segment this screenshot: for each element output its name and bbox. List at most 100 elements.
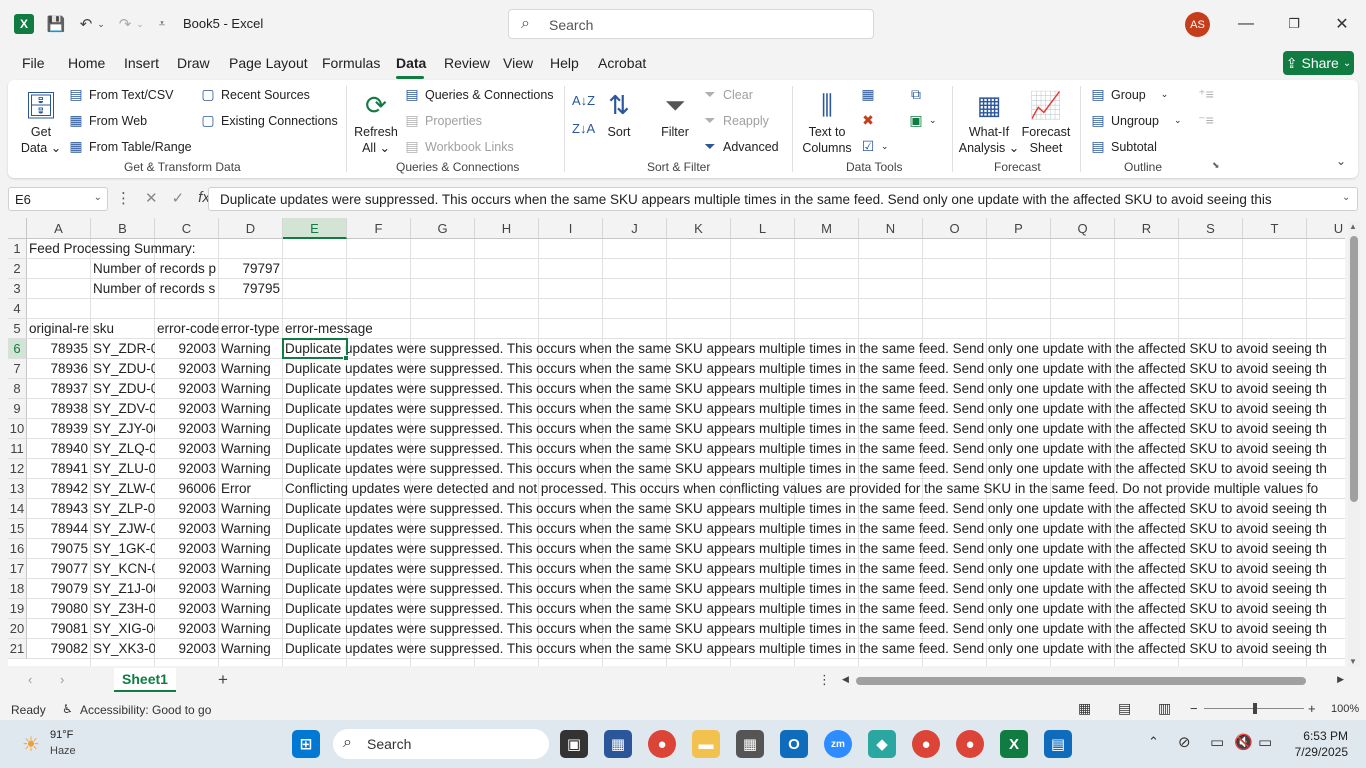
cell-error-code[interactable]: 92003	[155, 539, 219, 559]
cell-original-record[interactable]: 78940	[27, 439, 91, 459]
normal-view-icon[interactable]: ▦	[1078, 700, 1091, 717]
cell-sku[interactable]: SY_Z1J-00	[91, 579, 155, 599]
cell-error-type[interactable]: Warning	[219, 439, 283, 459]
from-table-range-button[interactable]: ▦ From Table/Range	[68, 138, 191, 155]
calculator-icon[interactable]: ▦	[736, 730, 764, 758]
summary-value-success[interactable]: 79795	[219, 279, 283, 299]
undo-icon[interactable]: ↶	[76, 14, 96, 34]
close-icon[interactable]: ✕	[1327, 12, 1357, 36]
data-validation-button[interactable]: ☑ ⌄	[860, 138, 889, 155]
scroll-up-icon[interactable]: ▲	[1349, 222, 1357, 231]
summary-value-processed[interactable]: 79797	[219, 259, 283, 279]
show-detail-button[interactable]: ⁺≡	[1198, 86, 1214, 103]
cell-error-message[interactable]: Duplicate updates were suppressed. This …	[283, 639, 1343, 659]
cell-error-message[interactable]: Conflicting updates were detected and no…	[283, 479, 1343, 499]
redo-icon[interactable]: ↷	[115, 14, 135, 34]
more-options-icon[interactable]: ⋮	[818, 672, 831, 688]
column-header-g[interactable]: G	[411, 218, 475, 239]
windows-start-icon[interactable]: ⊞	[292, 730, 320, 758]
cell-original-record[interactable]: 78938	[27, 399, 91, 419]
row-header-12[interactable]: 12	[8, 459, 27, 479]
row-header-4[interactable]: 4	[8, 299, 27, 319]
page-break-view-icon[interactable]: ▥	[1158, 700, 1171, 717]
cell-original-record[interactable]: 78936	[27, 359, 91, 379]
subtotal-button[interactable]: ▤ Subtotal	[1090, 138, 1157, 155]
battery-icon[interactable]: ▭	[1258, 733, 1272, 751]
cell-error-code[interactable]: 92003	[155, 339, 219, 359]
column-header-m[interactable]: M	[795, 218, 859, 239]
consolidate-button[interactable]: ⧉	[908, 86, 924, 103]
cell-original-record[interactable]: 78942	[27, 479, 91, 499]
row-header-5[interactable]: 5	[8, 319, 27, 339]
row-header-9[interactable]: 9	[8, 399, 27, 419]
chevron-down-icon[interactable]: ⌄	[94, 192, 102, 203]
column-header-k[interactable]: K	[667, 218, 731, 239]
cell-error-type[interactable]: Warning	[219, 459, 283, 479]
column-header-i[interactable]: I	[539, 218, 603, 239]
prev-sheet-icon[interactable]: ‹	[28, 672, 32, 687]
add-sheet-icon[interactable]: +	[218, 670, 228, 690]
column-header-b[interactable]: B	[91, 218, 155, 239]
tab-acrobat[interactable]: Acrobat	[598, 55, 646, 71]
reapply-button[interactable]: ⏷ Reapply	[702, 112, 768, 129]
existing-connections-button[interactable]: ▢ Existing Connections	[200, 112, 337, 129]
collapse-ribbon-icon[interactable]: ⌄	[1336, 154, 1346, 168]
expand-formula-icon[interactable]: ⌄	[1342, 192, 1350, 203]
scroll-right-icon[interactable]: ▶	[1337, 674, 1344, 685]
column-header-p[interactable]: P	[987, 218, 1051, 239]
cell-error-code[interactable]: 92003	[155, 579, 219, 599]
cell-sku[interactable]: SY_ZDU-00	[91, 359, 155, 379]
row-header-16[interactable]: 16	[8, 539, 27, 559]
accessibility-status[interactable]: Accessibility: Good to go	[80, 703, 211, 717]
weather-temp[interactable]: 91°F	[50, 729, 73, 741]
undo-dropdown-icon[interactable]: ⌄	[96, 14, 106, 34]
cell-sku[interactable]: SY_ZLW-00	[91, 479, 155, 499]
cell-original-record[interactable]: 79082	[27, 639, 91, 659]
cell-error-message[interactable]: Duplicate updates were suppressed. This …	[283, 459, 1343, 479]
row-header-21[interactable]: 21	[8, 639, 27, 659]
store-icon[interactable]: ▦	[604, 730, 632, 758]
name-box[interactable]: E6 ⌄	[8, 187, 108, 211]
cell-error-message[interactable]: Duplicate updates were suppressed. This …	[283, 619, 1343, 639]
cell-original-record[interactable]: 78937	[27, 379, 91, 399]
cell-error-type[interactable]: Warning	[219, 539, 283, 559]
cell-error-code[interactable]: 92003	[155, 439, 219, 459]
tab-review[interactable]: Review	[444, 55, 490, 71]
cell-error-type[interactable]: Warning	[219, 599, 283, 619]
cell-error-message[interactable]: Duplicate updates were suppressed. This …	[283, 519, 1343, 539]
notes-app-icon[interactable]: ▤	[1044, 730, 1072, 758]
row-header-11[interactable]: 11	[8, 439, 27, 459]
manage-data-model-button[interactable]: ▣ ⌄	[908, 112, 936, 129]
row-header-7[interactable]: 7	[8, 359, 27, 379]
minimize-icon[interactable]: —	[1231, 12, 1261, 36]
properties-button[interactable]: ▤ Properties	[404, 112, 482, 129]
cell-error-message[interactable]: Duplicate updates were suppressed. This …	[283, 539, 1343, 559]
remove-duplicates-button[interactable]: ✖	[860, 112, 876, 129]
cell-sku[interactable]: SY_ZDV-00	[91, 399, 155, 419]
column-header-o[interactable]: O	[923, 218, 987, 239]
cell-error-type[interactable]: Warning	[219, 639, 283, 659]
taskbar-time[interactable]: 6:53 PM	[1290, 729, 1348, 743]
row-header-6[interactable]: 6	[8, 339, 27, 359]
filter-button[interactable]: ⏷ Filter	[656, 86, 694, 140]
tab-file[interactable]: File	[22, 55, 45, 71]
column-header-d[interactable]: D	[219, 218, 283, 239]
zoom-out-icon[interactable]: −	[1190, 701, 1198, 716]
column-header-a[interactable]: A	[27, 218, 91, 239]
outlook-icon[interactable]: O	[780, 730, 808, 758]
chrome-profile2-icon[interactable]: ●	[956, 730, 984, 758]
text-to-columns-button[interactable]: ⫼ Text to Columns	[798, 86, 856, 156]
cell-original-record[interactable]: 79080	[27, 599, 91, 619]
queries-connections-button[interactable]: ▤ Queries & Connections	[404, 86, 553, 103]
forecast-sheet-button[interactable]: 📈 Forecast Sheet	[1020, 86, 1072, 156]
cell-error-message[interactable]: Duplicate updates were suppressed. This …	[283, 559, 1343, 579]
tab-data[interactable]: Data	[396, 55, 426, 71]
scroll-down-icon[interactable]: ▼	[1349, 657, 1357, 666]
column-header-j[interactable]: J	[603, 218, 667, 239]
cell-sku[interactable]: SY_XK3-00	[91, 639, 155, 659]
tab-formulas[interactable]: Formulas	[322, 55, 380, 71]
cell-original-record[interactable]: 78944	[27, 519, 91, 539]
cell-error-message[interactable]: Duplicate updates were suppressed. This …	[283, 399, 1343, 419]
ungroup-button[interactable]: ▤ Ungroup ⌄	[1090, 112, 1181, 129]
cell-sku[interactable]: SY_ZJY-00	[91, 419, 155, 439]
